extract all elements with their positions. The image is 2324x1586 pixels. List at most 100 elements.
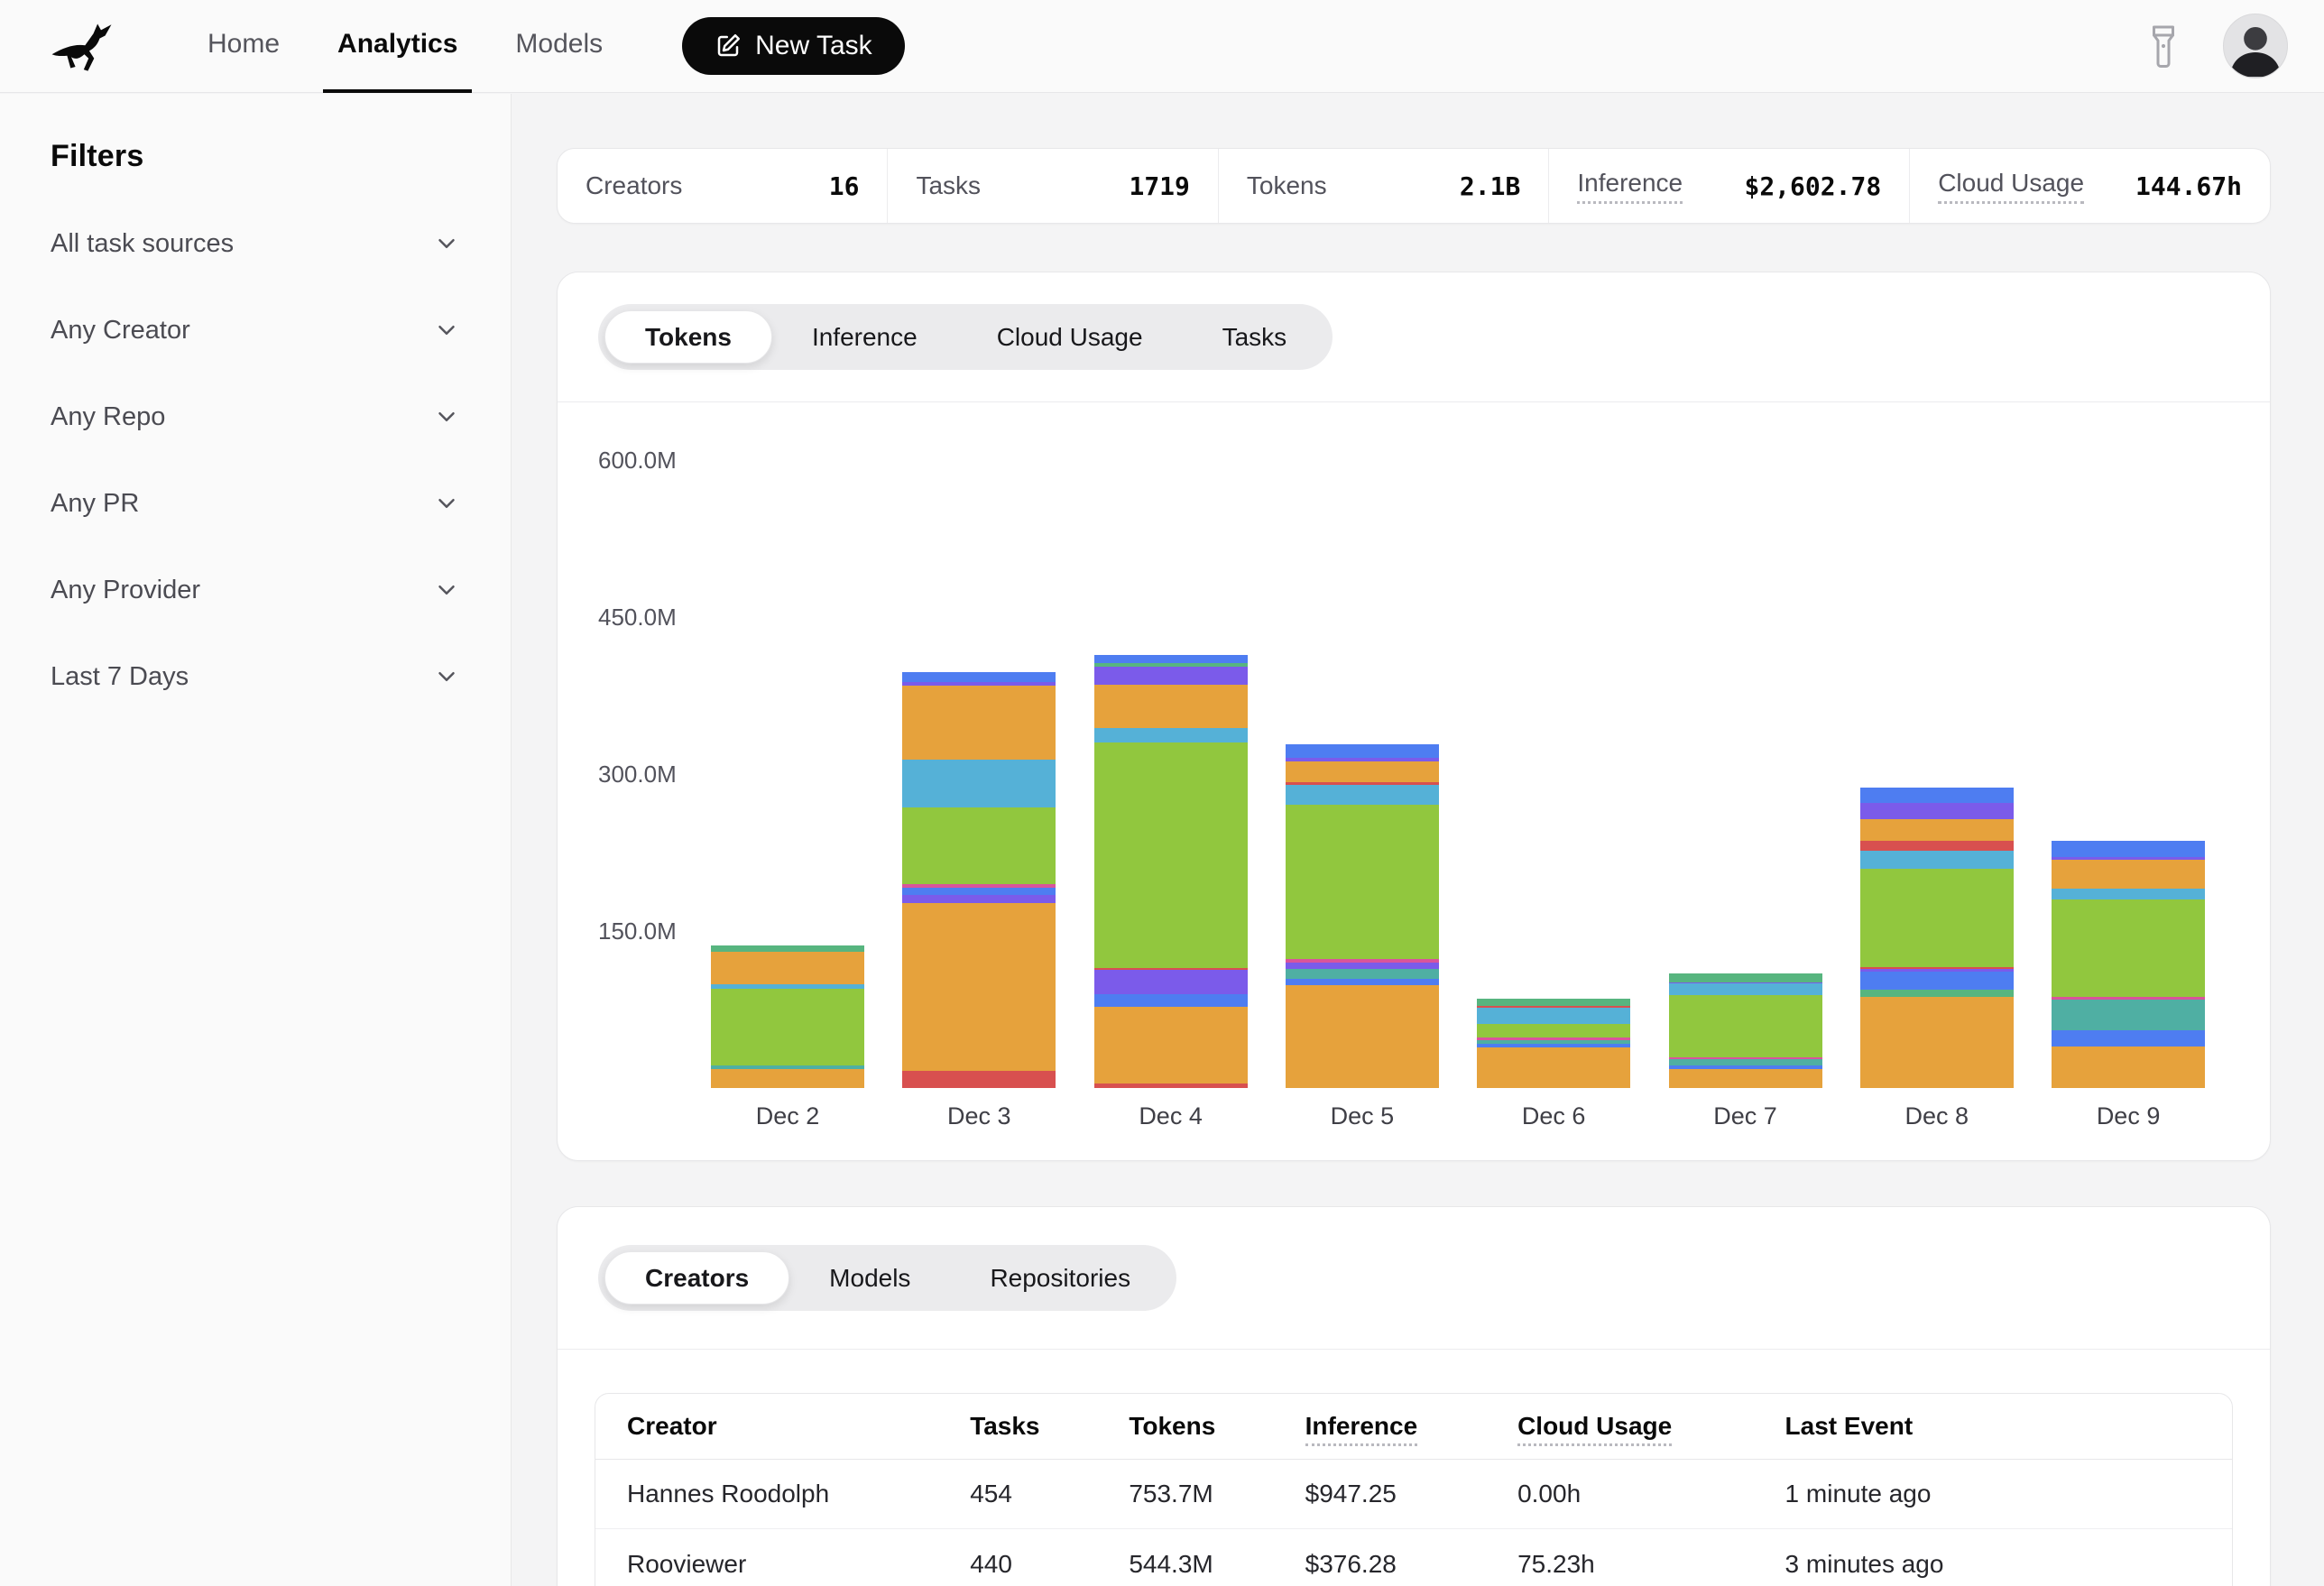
kangaroo-logo-icon[interactable] xyxy=(51,18,134,74)
stacked-bar-dec-9[interactable] xyxy=(2052,841,2205,1088)
bar-segment-green[interactable] xyxy=(1860,869,2014,966)
filter-repo[interactable]: Any Repo xyxy=(51,400,460,434)
bar-segment-blue[interactable] xyxy=(1286,744,1439,757)
bar-segment-purple[interactable] xyxy=(902,895,1056,904)
col-inference[interactable]: Inference xyxy=(1305,1412,1517,1441)
stacked-bar-dec-4[interactable] xyxy=(1094,655,1248,1088)
bar-segment-blue[interactable] xyxy=(1286,979,1439,985)
filters-sidebar: Filters All task sources Any Creator Any… xyxy=(0,94,512,1586)
bar-segment-purple[interactable] xyxy=(1094,667,1248,685)
bar-segment-teal[interactable] xyxy=(2052,1000,2205,1030)
x-tick-label: Dec 8 xyxy=(1860,1102,2014,1130)
edit-icon xyxy=(715,32,742,60)
bar-segment-lightblue[interactable] xyxy=(1860,851,2014,869)
bar-segment-lightblue[interactable] xyxy=(2052,889,2205,899)
stacked-bar-dec-7[interactable] xyxy=(1669,973,1822,1088)
bar-segment-orange[interactable] xyxy=(1860,997,2014,1088)
bar-segment-lightblue[interactable] xyxy=(902,760,1056,807)
bar-segment-orange[interactable] xyxy=(902,903,1056,1071)
tab-cloud-usage[interactable]: Cloud Usage xyxy=(957,310,1183,364)
filters-title: Filters xyxy=(51,139,460,174)
user-avatar[interactable] xyxy=(2223,14,2288,78)
stacked-bar-dec-5[interactable] xyxy=(1286,744,1439,1088)
bar-segment-green[interactable] xyxy=(711,989,864,1065)
bar-segment-lightblue[interactable] xyxy=(1477,1008,1630,1024)
bar-segment-orange[interactable] xyxy=(1094,1007,1248,1083)
bar-segment-blue[interactable] xyxy=(2052,841,2205,857)
bar-segment-purple[interactable] xyxy=(1860,803,2014,819)
bar-segment-purple[interactable] xyxy=(1094,970,1248,994)
col-cloud-usage[interactable]: Cloud Usage xyxy=(1517,1412,1784,1441)
bar-segment-seagreen[interactable] xyxy=(1860,990,2014,998)
bar-segment-seagreen[interactable] xyxy=(711,945,864,952)
bar-segment-blue[interactable] xyxy=(2052,1030,2205,1047)
x-tick-label: Dec 3 xyxy=(902,1102,1056,1130)
bar-segment-orange[interactable] xyxy=(2052,1047,2205,1088)
tab-tokens[interactable]: Tokens xyxy=(604,310,772,364)
bar-segment-green[interactable] xyxy=(1477,1024,1630,1038)
x-tick-label: Dec 4 xyxy=(1094,1102,1248,1130)
new-task-button[interactable]: New Task xyxy=(682,17,905,75)
cell-cloud-usage: 75.23h xyxy=(1517,1550,1784,1579)
bar-segment-orange[interactable] xyxy=(2052,860,2205,890)
filter-label: Any Provider xyxy=(51,576,200,605)
filter-task-sources[interactable]: All task sources xyxy=(51,226,460,261)
bar-segment-lightblue[interactable] xyxy=(1669,983,1822,995)
bar-segment-teal[interactable] xyxy=(1669,1059,1822,1066)
table-row[interactable]: Rooviewer 440 544.3M $376.28 75.23h 3 mi… xyxy=(595,1529,2232,1586)
bar-segment-orange[interactable] xyxy=(902,686,1056,760)
bar-segment-blue[interactable] xyxy=(902,672,1056,682)
stacked-bar-dec-2[interactable] xyxy=(711,945,864,1088)
chart-tab-group: Tokens Inference Cloud Usage Tasks xyxy=(598,304,1333,370)
bar-segment-blue[interactable] xyxy=(902,888,1056,895)
tab-repositories[interactable]: Repositories xyxy=(950,1251,1170,1305)
bar-segment-lightblue[interactable] xyxy=(1286,785,1439,805)
nav-item-analytics[interactable]: Analytics xyxy=(323,0,472,93)
stacked-bar-dec-3[interactable] xyxy=(902,672,1056,1088)
bar-segment-green[interactable] xyxy=(902,807,1056,884)
stat-label-cloud-usage-tooltip[interactable]: Cloud Usage xyxy=(1938,169,2084,204)
tab-tasks[interactable]: Tasks xyxy=(1183,310,1327,364)
bar-segment-orange[interactable] xyxy=(1860,819,2014,840)
tab-inference[interactable]: Inference xyxy=(772,310,957,364)
filter-pr[interactable]: Any PR xyxy=(51,486,460,521)
table-row[interactable]: Hannes Roodolph 454 753.7M $947.25 0.00h… xyxy=(595,1460,2232,1529)
nav-item-home[interactable]: Home xyxy=(193,0,294,93)
bar-segment-red[interactable] xyxy=(902,1071,1056,1088)
stacked-bar-dec-8[interactable] xyxy=(1860,788,2014,1088)
bar-segment-red[interactable] xyxy=(1860,841,2014,852)
bar-segment-blue[interactable] xyxy=(1860,972,2014,990)
bar-segment-orange[interactable] xyxy=(1669,1069,1822,1088)
bar-segment-orange[interactable] xyxy=(1094,685,1248,728)
filter-creator[interactable]: Any Creator xyxy=(51,313,460,347)
bar-segment-purple[interactable] xyxy=(1286,963,1439,969)
table-header-row: Creator Tasks Tokens Inference Cloud Usa… xyxy=(595,1394,2232,1460)
bar-segment-seagreen[interactable] xyxy=(1669,973,1822,982)
bar-segment-green[interactable] xyxy=(2052,899,2205,998)
bar-segment-lightblue[interactable] xyxy=(1094,728,1248,743)
bar-segment-green[interactable] xyxy=(1286,805,1439,960)
bar-segment-blue[interactable] xyxy=(1094,994,1248,1006)
bar-segment-orange[interactable] xyxy=(1286,985,1439,1088)
bar-segment-orange[interactable] xyxy=(1286,761,1439,783)
nav-item-models[interactable]: Models xyxy=(501,0,617,93)
flashlight-icon[interactable] xyxy=(2147,23,2180,69)
bar-segment-blue[interactable] xyxy=(1860,788,2014,803)
filter-label: Last 7 Days xyxy=(51,662,189,692)
tab-creators[interactable]: Creators xyxy=(604,1251,789,1305)
bar-segment-green[interactable] xyxy=(1094,742,1248,967)
bar-segment-green[interactable] xyxy=(1669,995,1822,1057)
filter-provider[interactable]: Any Provider xyxy=(51,573,460,607)
tab-models[interactable]: Models xyxy=(789,1251,950,1305)
bar-segment-teal[interactable] xyxy=(1286,969,1439,979)
main-content: Creators 16 Tasks 1719 Tokens 2.1B Infer… xyxy=(512,94,2324,1586)
bar-segment-blue[interactable] xyxy=(1094,655,1248,663)
bar-segment-seagreen[interactable] xyxy=(1477,999,1630,1006)
bar-segment-orange[interactable] xyxy=(711,952,864,985)
y-tick-label: 450.0M xyxy=(598,604,677,630)
bar-segment-orange[interactable] xyxy=(1477,1047,1630,1088)
bar-segment-orange[interactable] xyxy=(711,1069,864,1088)
filter-date-range[interactable]: Last 7 Days xyxy=(51,659,460,694)
stacked-bar-dec-6[interactable] xyxy=(1477,999,1630,1088)
stat-label-inference-tooltip[interactable]: Inference xyxy=(1577,169,1683,204)
